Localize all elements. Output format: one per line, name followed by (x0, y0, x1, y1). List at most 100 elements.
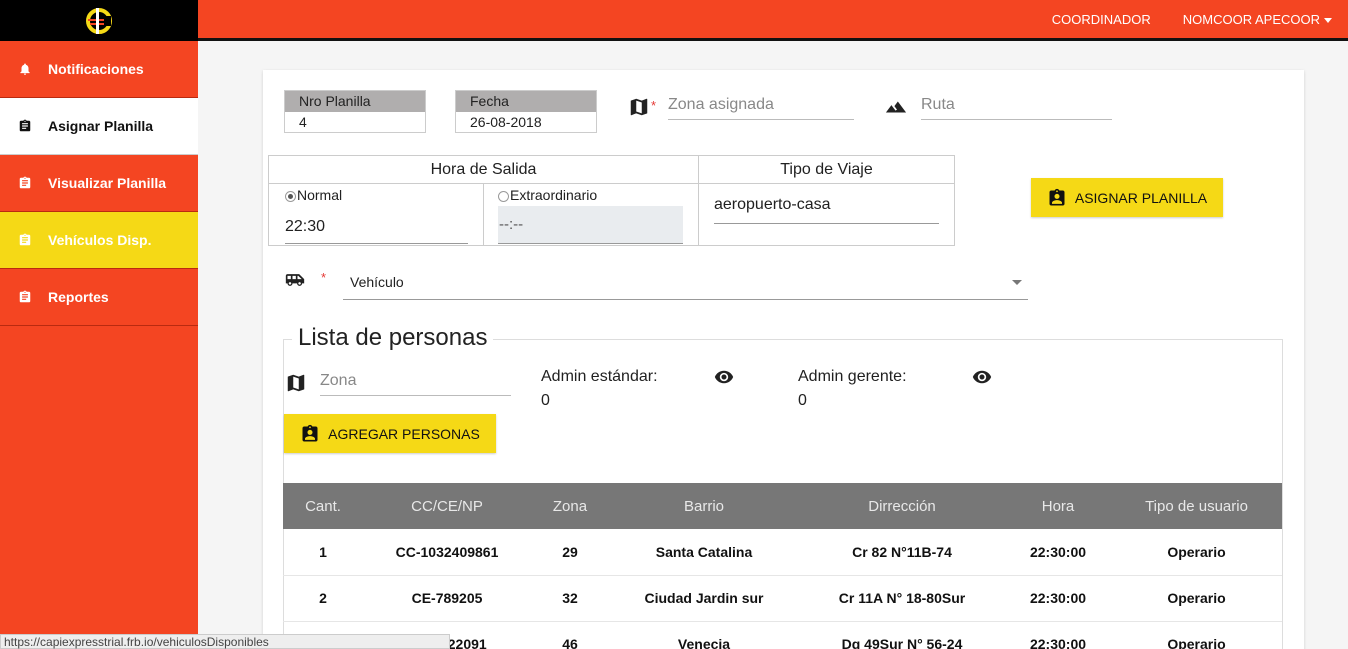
admin-gerente-label: Admin gerente: (798, 368, 907, 385)
user-name: NOMCOOR APECOOR (1182, 11, 1320, 27)
column-header[interactable]: Zona (531, 483, 609, 529)
table-cell: 46 (531, 621, 609, 649)
caret-down-icon (1324, 17, 1332, 23)
admin-standard-label: Admin estándar: (541, 368, 658, 385)
zona-input[interactable]: Zona (320, 372, 511, 396)
vehicle-select-label: Vehículo (350, 274, 404, 290)
nro-planilla-value: 4 (299, 114, 307, 130)
role-link[interactable]: COORDINADOR (1052, 12, 1151, 27)
table-cell: 22:30:00 (1005, 575, 1111, 622)
agregar-personas-button[interactable]: AGREGAR PERSONAS (284, 414, 496, 453)
hora-salida-box: Hora de Salida Normal 22:30 Extraordinar… (268, 155, 699, 246)
dropdown-arrow-icon (1012, 280, 1022, 285)
fecha-value: 26-08-2018 (470, 114, 542, 130)
table-row[interactable]: 1 CC-1032409861 29 Santa Catalina Cr 82 … (283, 529, 1282, 576)
asignar-planilla-label: ASIGNAR PLANILLA (1074, 189, 1208, 206)
eye-icon[interactable] (970, 367, 994, 387)
table-cell: Venecia (609, 621, 799, 649)
table-header-row: Cant. CC/CE/NP Zona Barrio Dirrección Ho… (283, 483, 1282, 529)
assignment-ind-icon (1049, 188, 1065, 205)
required-mark: * (651, 98, 657, 113)
zona-asignada-input[interactable]: Zona asignada (668, 96, 854, 120)
table-cell: 22:30:00 (1005, 529, 1111, 576)
tipo-viaje-box: Tipo de Viaje aeropuerto-casa (698, 155, 955, 246)
clipboard-icon (18, 119, 32, 133)
sidebar-item-label: Reportes (48, 289, 109, 305)
table-row[interactable]: 2 CE-789205 32 Ciudad Jardin sur Cr 11A … (283, 575, 1282, 622)
asignar-planilla-button[interactable]: ASIGNAR PLANILLA (1031, 178, 1223, 217)
top-bar: COORDINADOR NOMCOOR APECOOR (0, 0, 1348, 41)
sidebar: Notificaciones Asignar Planilla Visualiz… (0, 41, 198, 649)
table-cell: 29 (531, 529, 609, 576)
column-header[interactable]: Cant. (283, 483, 363, 529)
assignment-ind-icon (302, 424, 318, 441)
extra-label: Extraordinario (510, 187, 598, 203)
sidebar-item-reportes[interactable]: Reportes (0, 269, 198, 326)
normal-radio[interactable] (285, 190, 296, 202)
table-cell: Dg 49Sur N° 56-24 (799, 621, 1005, 649)
persons-table: Cant. CC/CE/NP Zona Barrio Dirrección Ho… (283, 483, 1282, 649)
sidebar-item-notificaciones[interactable]: Notificaciones (0, 41, 198, 98)
admin-gerente: Admin gerente: 0 (798, 365, 907, 413)
column-header[interactable]: Barrio (609, 483, 799, 529)
status-bar-url: https://capiexpresstrial.frb.io/vehiculo… (0, 634, 450, 649)
nro-planilla-label: Nro Planilla (285, 91, 425, 112)
normal-time-input[interactable]: 22:30 (285, 216, 468, 244)
table-cell: Operario (1111, 575, 1282, 622)
clipboard-icon (18, 290, 32, 304)
table-cell: Operario (1111, 621, 1282, 649)
table-cell: CE-789205 (363, 575, 531, 622)
sidebar-item-label: Notificaciones (48, 61, 144, 77)
sidebar-item-vehiculos-disp[interactable]: Vehículos Disp. (0, 212, 198, 269)
extra-radio[interactable] (498, 190, 509, 202)
nro-planilla-field: Nro Planilla 4 (284, 90, 426, 133)
table-cell: Ciudad Jardin sur (609, 575, 799, 622)
normal-label: Normal (297, 187, 343, 203)
clipboard-icon (18, 176, 32, 190)
logo-icon (86, 7, 112, 34)
table-cell: Cr 11A N° 18-80Sur (799, 575, 1005, 622)
admin-standard: Admin estándar: 0 (541, 365, 658, 413)
column-header[interactable]: CC/CE/NP (363, 483, 531, 529)
table-cell: 1 (283, 529, 363, 576)
bell-icon (18, 62, 32, 76)
sidebar-item-label: Asignar Planilla (48, 118, 154, 134)
user-menu[interactable]: NOMCOOR APECOOR (1183, 12, 1332, 27)
vehicle-select[interactable]: Vehículo (343, 272, 1028, 300)
map-icon (628, 96, 650, 118)
extra-radio-group[interactable]: Extraordinario (498, 187, 597, 203)
sidebar-item-asignar-planilla[interactable]: Asignar Planilla (0, 98, 198, 155)
clipboard-icon (18, 233, 32, 247)
sidebar-item-label: Vehículos Disp. (48, 232, 152, 248)
ruta-input[interactable]: Ruta (921, 96, 1112, 120)
hora-salida-title: Hora de Salida (269, 156, 698, 184)
admin-standard-value: 0 (541, 392, 550, 409)
table-cell: 22:30:00 (1005, 621, 1111, 649)
main-card: Nro Planilla 4 Fecha 26-08-2018 * Zona a… (263, 70, 1304, 649)
table-cell: Santa Catalina (609, 529, 799, 576)
column-header[interactable]: Hora (1005, 483, 1111, 529)
table-cell: CC-1032409861 (363, 529, 531, 576)
agregar-personas-label: AGREGAR PERSONAS (328, 425, 480, 442)
people-title: Lista de personas (292, 324, 494, 352)
logo[interactable] (0, 0, 198, 41)
fecha-label: Fecha (456, 91, 596, 112)
column-header[interactable]: Dirrección (799, 483, 1005, 529)
extra-time-input[interactable]: --:-- (498, 206, 683, 244)
map-icon (285, 372, 307, 394)
fecha-field: Fecha 26-08-2018 (455, 90, 597, 133)
table-cell: Cr 82 N°11B-74 (799, 529, 1005, 576)
tipo-viaje-title: Tipo de Viaje (699, 156, 954, 184)
required-mark: * (321, 270, 327, 285)
table-cell: Operario (1111, 529, 1282, 576)
tipo-viaje-select[interactable]: aeropuerto-casa (714, 196, 939, 224)
sidebar-item-label: Visualizar Planilla (48, 175, 167, 191)
column-header[interactable]: Tipo de usuario (1111, 483, 1282, 529)
sidebar-item-visualizar-planilla[interactable]: Visualizar Planilla (0, 155, 198, 212)
table-cell: 2 (283, 575, 363, 622)
eye-icon[interactable] (712, 367, 736, 387)
mountain-icon (884, 96, 908, 118)
divider (483, 184, 484, 246)
table-cell: 32 (531, 575, 609, 622)
normal-radio-group[interactable]: Normal (285, 187, 342, 203)
